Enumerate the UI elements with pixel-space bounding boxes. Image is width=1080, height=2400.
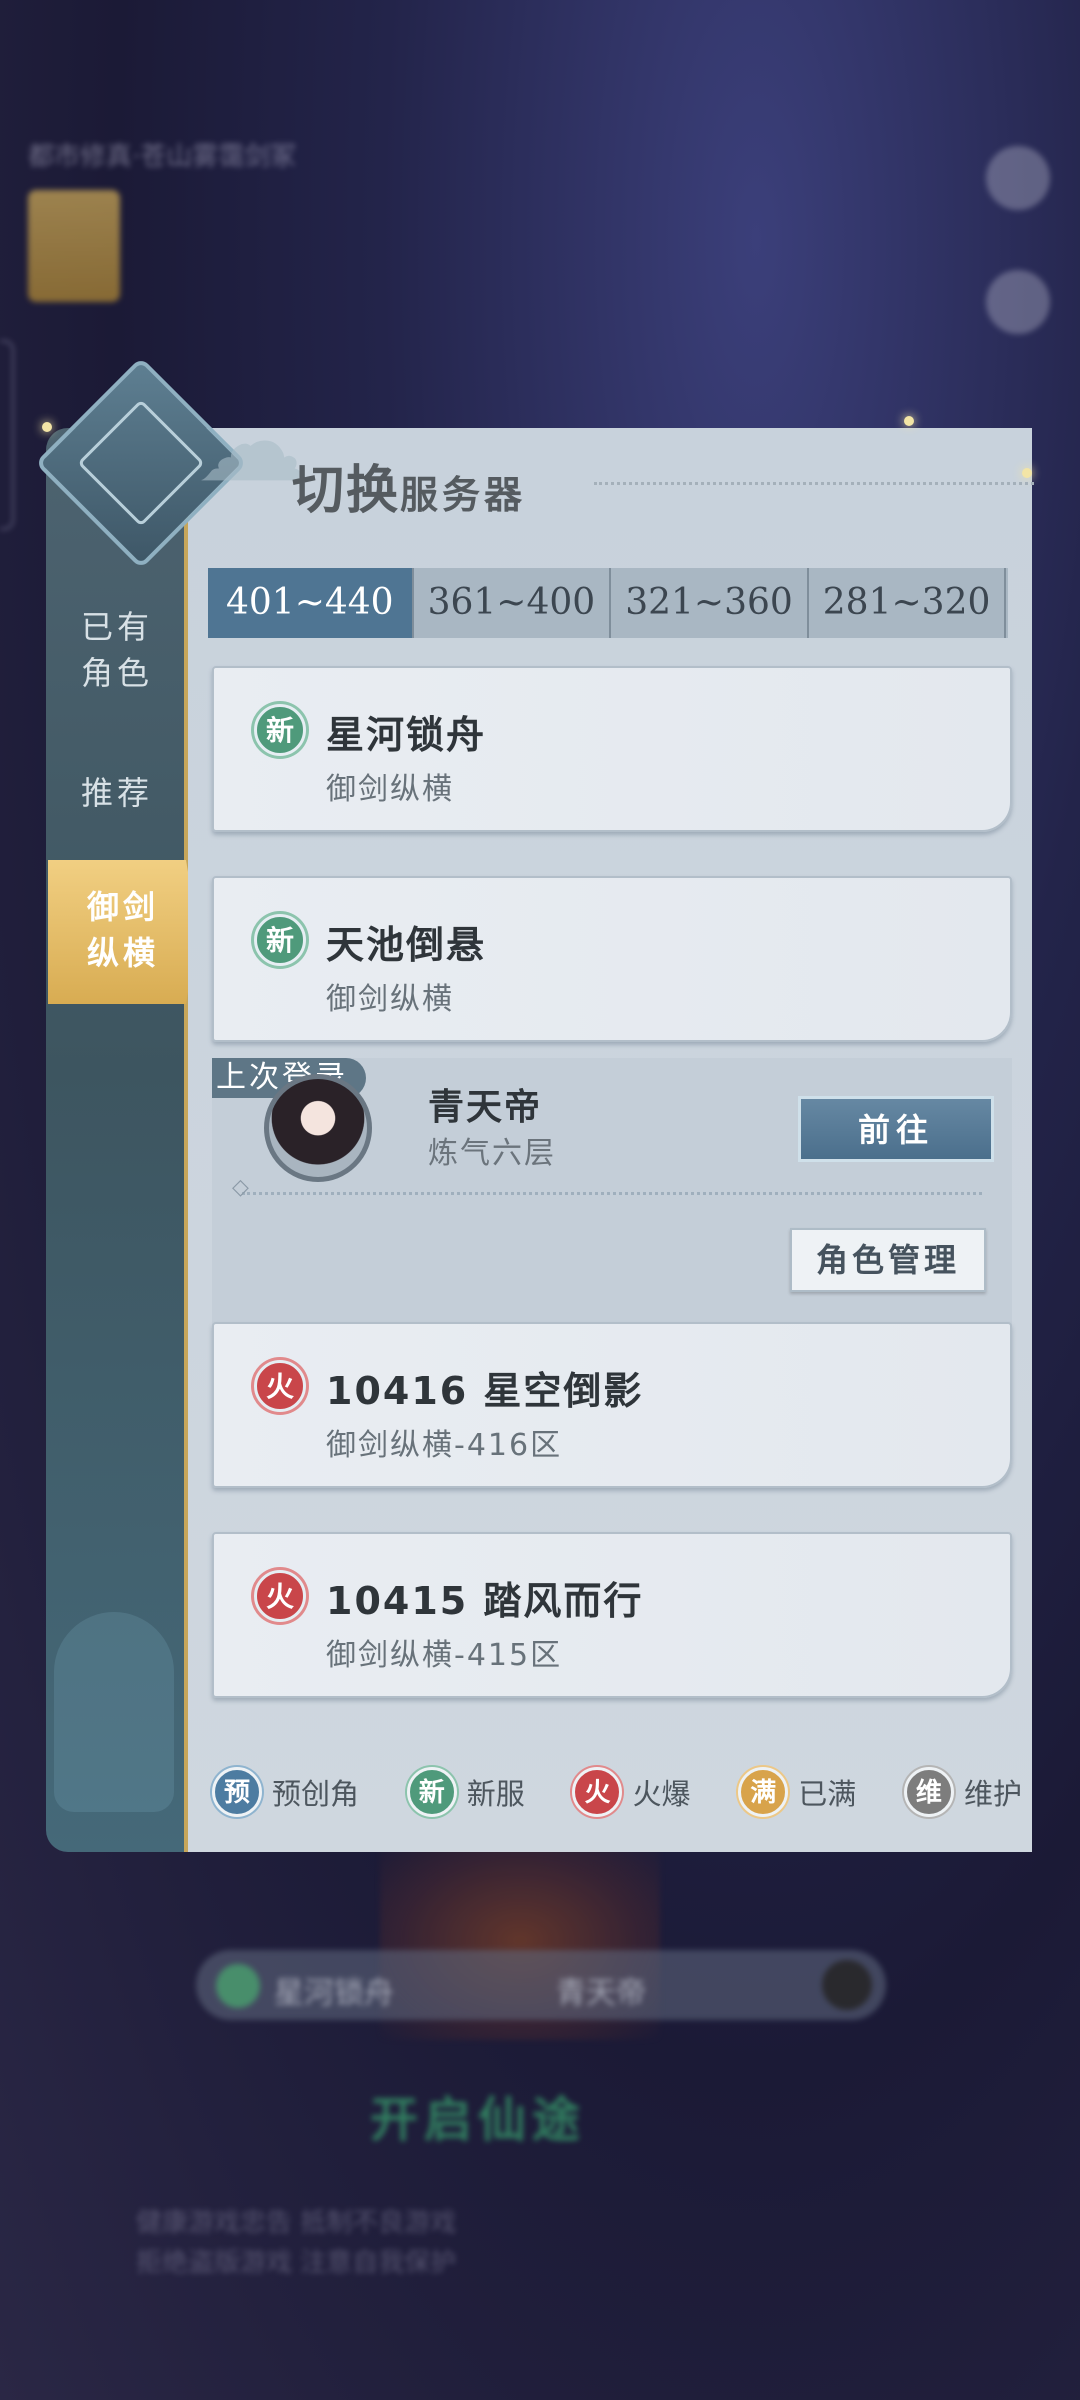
legend-maintenance: 维 维护 (903, 1767, 1022, 1817)
server-name: 10416 星空倒影 (326, 1369, 644, 1413)
status-legend: 预 预创角 新 新服 火 火爆 满 已满 维 维护 (212, 1762, 1022, 1822)
role-level: 炼气六层 (428, 1136, 556, 1171)
bg-enter-game: 开启仙途 (370, 2092, 587, 2148)
sidebar-item-label: 已有 (80, 608, 153, 646)
new-server-icon: 新 (406, 1767, 457, 1817)
bg-player-avatar (28, 190, 120, 302)
server-card[interactable]: 新 星河锁舟 御剑纵横 (212, 666, 1012, 832)
legend-hot: 火 火爆 (572, 1767, 690, 1817)
tab-361-400[interactable]: 361~400 (414, 568, 612, 638)
legend-label: 新服 (466, 1777, 525, 1811)
server-card[interactable]: 火 10416 星空倒影 御剑纵横-416区 (212, 1322, 1012, 1488)
bg-server-select-bar: 星河锁舟 青天帝 (196, 1950, 886, 2020)
server-group: 御剑纵横-415区 (326, 1638, 563, 1673)
sidebar-item-yujian-zongheng[interactable]: 御剑 纵横 (48, 860, 198, 1004)
title-main: 切换 (292, 461, 401, 521)
pre-create-icon: 预 (212, 1767, 262, 1817)
star-icon (1022, 468, 1032, 478)
legend-new: 新 新服 (406, 1767, 525, 1817)
legend-label: 火爆 (632, 1777, 691, 1811)
legend-label: 预创角 (272, 1777, 360, 1811)
hot-server-icon: 火 (254, 1360, 306, 1412)
legend-full: 满 已满 (738, 1767, 856, 1817)
sidebar-item-label: 角色 (80, 654, 153, 692)
bg-server-label: 都市修真·苍山雾霭剑冢 (28, 142, 297, 172)
tab-241[interactable]: 241 (1006, 568, 1008, 638)
bg-server-name: 星河锁舟 (274, 1976, 394, 2011)
bg-footer-line: 健康游戏忠告 抵制不良游戏 (136, 2208, 457, 2238)
new-server-icon: 新 (254, 914, 306, 966)
role-info-box: 上次登录 青天帝 炼气六层 前往 角色管理 (212, 1058, 1012, 1326)
star-icon (42, 422, 52, 432)
role-avatar (264, 1074, 372, 1182)
bg-arrow-icon (822, 1960, 872, 2010)
tab-281-320[interactable]: 281~320 (809, 568, 1007, 638)
sidebar-item-label: 御剑 (86, 888, 159, 926)
server-category-sidebar: 已有 角色 推荐 御剑 纵横 (46, 428, 198, 1852)
cloud-ornament-icon: ☁ (196, 378, 306, 506)
bg-sword-icon (986, 146, 1050, 210)
role-name: 青天帝 (428, 1087, 543, 1128)
sidebar-item-owned-roles[interactable]: 已有 角色 (46, 604, 188, 696)
legend-label: 已满 (798, 1777, 857, 1811)
tab-321-360[interactable]: 321~360 (611, 568, 809, 638)
new-server-icon: 新 (254, 704, 306, 756)
full-server-icon: 满 (738, 1767, 789, 1817)
server-range-tabs: 401~440 361~400 321~360 281~320 241 (208, 568, 1008, 638)
sidebar-item-recommended[interactable]: 推荐 (46, 770, 188, 816)
server-group: 御剑纵横-416区 (326, 1428, 563, 1463)
title-divider (594, 482, 1034, 485)
hot-server-icon: 火 (572, 1767, 623, 1817)
bg-side-tab (0, 340, 14, 530)
go-button[interactable]: 前往 (798, 1096, 994, 1162)
server-switch-panel: 已有 角色 推荐 御剑 纵横 ☁ 切换服务器 401~440 361~400 3… (34, 356, 1034, 1852)
bg-footer-line: 拒绝盗版游戏 注意自我保护 (136, 2248, 457, 2278)
server-name: 星河锁舟 (326, 713, 487, 757)
legend-label: 维护 (963, 1777, 1022, 1811)
bg-role-name: 青天帝 (556, 1976, 646, 2011)
hot-server-icon: 火 (254, 1570, 306, 1622)
server-group: 御剑纵横 (326, 982, 454, 1017)
sidebar-item-label: 推荐 (80, 774, 153, 812)
tab-401-440[interactable]: 401~440 (208, 568, 414, 638)
title-sub: 服务器 (400, 473, 527, 517)
panel-title: 切换服务器 (292, 448, 526, 523)
server-name: 10415 踏风而行 (326, 1579, 644, 1623)
maintenance-icon: 维 (903, 1767, 954, 1817)
bg-server-status-icon (216, 1964, 260, 2008)
sidebar-item-label: 纵横 (86, 934, 159, 972)
server-name: 天池倒悬 (326, 923, 487, 967)
server-card[interactable]: 新 天池倒悬 御剑纵横 (212, 876, 1012, 1042)
server-card[interactable]: 火 10415 踏风而行 御剑纵横-415区 (212, 1532, 1012, 1698)
bg-user-icon (986, 270, 1050, 334)
role-manage-button[interactable]: 角色管理 (790, 1228, 986, 1292)
role-divider (232, 1175, 982, 1200)
server-group: 御剑纵横 (326, 772, 454, 807)
legend-pre-create: 预 预创角 (212, 1767, 359, 1817)
star-icon (904, 416, 914, 426)
